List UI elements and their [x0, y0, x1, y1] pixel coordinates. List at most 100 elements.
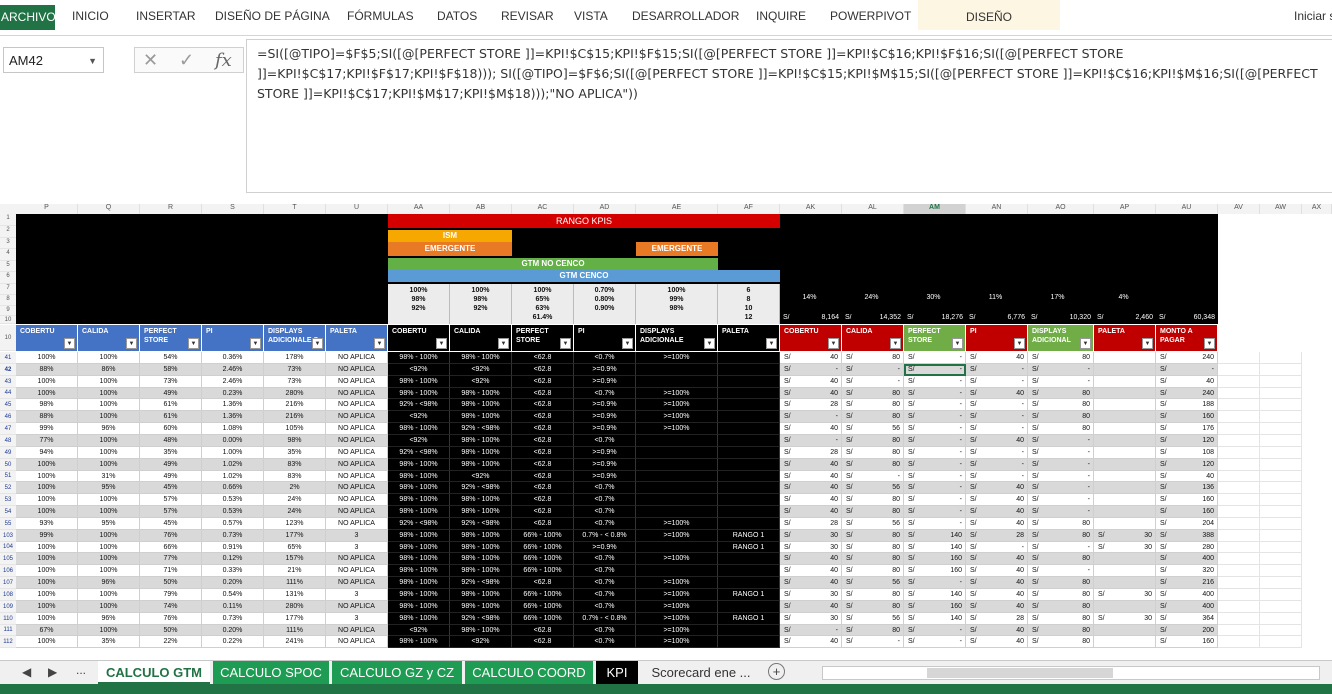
tab-archivo[interactable]: ARCHIVO: [0, 5, 56, 30]
tab-scorecard[interactable]: Scorecard ene ...: [641, 661, 761, 685]
table-cell[interactable]: 2.46%: [202, 376, 264, 388]
header-right-2[interactable]: PERFECT STORE ▼: [904, 325, 966, 351]
amount-cell[interactable]: S/ -: [1028, 376, 1094, 388]
amount-cell[interactable]: S/80: [1028, 518, 1094, 530]
table-cell[interactable]: 35%: [264, 447, 326, 459]
table-cell[interactable]: 50%: [140, 577, 202, 589]
amount-cell[interactable]: [1094, 364, 1156, 376]
name-box[interactable]: AM42 ▼: [3, 47, 104, 73]
table-cell[interactable]: 100%: [16, 376, 78, 388]
amount-cell[interactable]: S/30: [780, 613, 842, 625]
table-cell[interactable]: 67%: [16, 625, 78, 636]
row-header[interactable]: 107: [0, 577, 16, 589]
tab-kpi[interactable]: KPI: [596, 661, 638, 685]
table-cell[interactable]: 100%: [16, 565, 78, 577]
amount-cell[interactable]: [1094, 447, 1156, 459]
row-header[interactable]: 4: [0, 249, 16, 261]
row-header[interactable]: 41: [0, 352, 16, 364]
table-cell[interactable]: NO APLICA: [326, 411, 388, 423]
amount-cell[interactable]: S/188: [1156, 399, 1218, 411]
filter-dropdown-icon[interactable]: ▼: [374, 338, 385, 349]
table-cell[interactable]: 71%: [140, 565, 202, 577]
row-header[interactable]: 6: [0, 272, 16, 284]
table-cell[interactable]: 0.57%: [202, 518, 264, 530]
row-header[interactable]: 105: [0, 553, 16, 565]
table-cell[interactable]: 61%: [140, 399, 202, 411]
table-cell[interactable]: 79%: [140, 589, 202, 601]
amount-cell[interactable]: S/56: [842, 613, 904, 625]
table-cell[interactable]: 83%: [264, 471, 326, 482]
amount-cell[interactable]: S/ -: [1028, 542, 1094, 553]
tab-insertar[interactable]: INSERTAR: [136, 9, 196, 23]
tab-datos[interactable]: DATOS: [437, 9, 477, 23]
filter-dropdown-icon[interactable]: ▼: [952, 338, 963, 349]
tab-calculo-gtm[interactable]: CALCULO GTM: [98, 661, 210, 685]
amount-cell[interactable]: [1094, 601, 1156, 613]
filter-dropdown-icon[interactable]: ▼: [250, 338, 261, 349]
header-left-0[interactable]: COBERTU ▼: [16, 325, 78, 351]
amount-cell[interactable]: S/320: [1156, 565, 1218, 577]
empty-cell[interactable]: [1260, 589, 1302, 601]
row-header[interactable]: 53: [0, 494, 16, 506]
amount-cell[interactable]: S/ -: [842, 376, 904, 388]
amount-cell[interactable]: S/40: [780, 577, 842, 589]
row-header[interactable]: 46: [0, 411, 16, 423]
amount-cell[interactable]: S/40: [780, 423, 842, 435]
scrollbar-thumb[interactable]: [927, 668, 1113, 678]
table-cell[interactable]: 22%: [140, 636, 202, 648]
header-right-3[interactable]: PI ▼: [966, 325, 1028, 351]
amount-cell[interactable]: S/80: [842, 625, 904, 636]
filter-dropdown-icon[interactable]: ▼: [64, 338, 75, 349]
table-cell[interactable]: 0.33%: [202, 565, 264, 577]
cancel-icon[interactable]: ✕: [143, 50, 158, 71]
amount-cell[interactable]: S/ -: [966, 376, 1028, 388]
amount-cell[interactable]: S/ -: [1028, 447, 1094, 459]
amount-cell[interactable]: S/80: [1028, 399, 1094, 411]
amount-cell[interactable]: [1094, 518, 1156, 530]
header-mid-2[interactable]: PERFECT STORE ▼: [512, 325, 574, 351]
table-cell[interactable]: 35%: [78, 636, 140, 648]
table-cell[interactable]: 100%: [78, 601, 140, 613]
amount-cell[interactable]: S/ -: [966, 471, 1028, 482]
table-cell[interactable]: 280%: [264, 601, 326, 613]
amount-cell[interactable]: S/388: [1156, 530, 1218, 542]
add-sheet-icon[interactable]: +: [768, 663, 785, 680]
table-cell[interactable]: 73%: [264, 376, 326, 388]
column-header[interactable]: S: [202, 204, 264, 214]
column-header[interactable]: AF: [718, 204, 780, 214]
filter-dropdown-icon[interactable]: ▼: [312, 338, 323, 349]
tab-diseno-tabla[interactable]: DISEÑO: [918, 0, 1060, 30]
amount-cell[interactable]: S/28: [780, 518, 842, 530]
amount-cell[interactable]: S/ -: [842, 636, 904, 648]
column-header[interactable]: AO: [1028, 204, 1094, 214]
amount-cell[interactable]: S/40: [780, 376, 842, 388]
amount-cell[interactable]: S/140: [904, 530, 966, 542]
amount-cell[interactable]: S/ -: [904, 364, 966, 376]
amount-cell[interactable]: S/40: [780, 494, 842, 506]
table-cell[interactable]: 88%: [16, 364, 78, 376]
table-cell[interactable]: 0.12%: [202, 553, 264, 565]
amount-cell[interactable]: S/280: [1156, 542, 1218, 553]
empty-cell[interactable]: [1260, 565, 1302, 577]
column-header[interactable]: AA: [388, 204, 450, 214]
amount-cell[interactable]: S/ -: [904, 411, 966, 423]
amount-cell[interactable]: S/80: [842, 399, 904, 411]
amount-cell[interactable]: S/40: [780, 553, 842, 565]
column-header[interactable]: Q: [78, 204, 140, 214]
amount-cell[interactable]: [1094, 376, 1156, 388]
table-cell[interactable]: 0.54%: [202, 589, 264, 601]
column-header[interactable]: AX: [1302, 204, 1332, 214]
table-cell[interactable]: 100%: [78, 411, 140, 423]
empty-cell[interactable]: [1218, 518, 1260, 530]
filter-dropdown-icon[interactable]: ▼: [704, 338, 715, 349]
amount-cell[interactable]: [1094, 459, 1156, 471]
amount-cell[interactable]: S/40: [966, 482, 1028, 494]
table-cell[interactable]: 54%: [140, 352, 202, 364]
table-cell[interactable]: 1.02%: [202, 459, 264, 471]
amount-cell[interactable]: S/80: [842, 494, 904, 506]
amount-cell[interactable]: S/80: [842, 542, 904, 553]
amount-cell[interactable]: S/ -: [904, 376, 966, 388]
table-cell[interactable]: 31%: [78, 471, 140, 482]
fx-icon[interactable]: fx: [215, 50, 232, 71]
table-cell[interactable]: NO APLICA: [326, 494, 388, 506]
